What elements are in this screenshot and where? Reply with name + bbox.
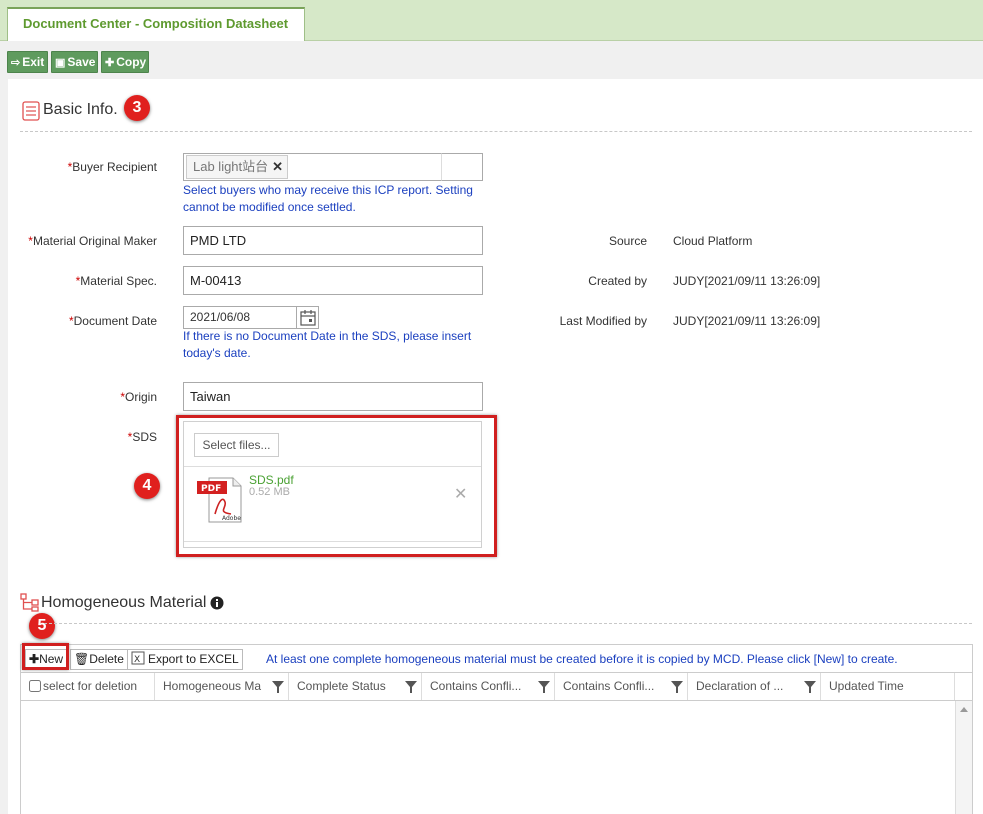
document-date-hint: If there is no Document Date in the SDS,… <box>183 329 472 360</box>
grid-body <box>20 701 973 814</box>
buyer-recipient-dropdown[interactable] <box>441 153 483 181</box>
step-badge-5: 5 <box>29 613 55 639</box>
select-all-checkbox[interactable] <box>29 680 41 692</box>
exit-button[interactable]: ⇨ Exit <box>7 51 48 73</box>
excel-icon: X <box>131 651 145 665</box>
last-modified-label: Last Modified by <box>559 314 647 328</box>
trash-icon: 🗑 <box>74 652 90 666</box>
grid-toolbar: ✚New 🗑Delete X Export to EXCEL At least … <box>20 644 973 673</box>
document-date-input[interactable]: 2021/06/08 <box>183 306 297 329</box>
section-divider <box>20 131 972 132</box>
buyer-chip: Lab light站台 ✕ <box>186 155 289 179</box>
step-badge-4: 4 <box>134 473 160 499</box>
close-icon[interactable]: ✕ <box>272 159 283 174</box>
source-label: Source <box>608 234 647 248</box>
highlight-box-new <box>22 643 69 670</box>
last-modified-value: JUDY[2021/09/11 13:26:09] <box>673 314 821 328</box>
tree-icon <box>20 593 39 612</box>
source-value: Cloud Platform <box>673 234 753 248</box>
document-date-label: *Document Date <box>68 314 157 328</box>
created-by-label: Created by <box>588 274 647 288</box>
column-updated-time[interactable]: Updated Time <box>821 673 955 700</box>
tab-bar: Document Center - Composition Datasheet <box>0 0 983 41</box>
grid-note: At least one complete homogeneous materi… <box>266 652 898 666</box>
maker-label: *Material Original Maker <box>28 234 157 248</box>
save-button[interactable]: ▣ Save <box>51 51 98 73</box>
maker-input[interactable]: PMD LTD <box>183 226 483 255</box>
section-divider <box>44 623 972 624</box>
exit-icon: ⇨ <box>11 57 21 69</box>
filter-icon[interactable] <box>671 681 683 693</box>
column-homogeneous-material[interactable]: Homogeneous Ma <box>155 673 289 700</box>
basic-info-title: Basic Info. <box>43 101 118 118</box>
tab-composition-datasheet[interactable]: Document Center - Composition Datasheet <box>7 7 305 41</box>
scroll-up-icon[interactable] <box>960 707 968 712</box>
grid-header: select for deletion Homogeneous Ma Compl… <box>20 673 973 701</box>
column-complete-status[interactable]: Complete Status <box>289 673 422 700</box>
origin-label: *Origin <box>120 390 157 404</box>
spec-label: *Material Spec. <box>75 274 157 288</box>
filter-icon[interactable] <box>405 681 417 693</box>
column-contains-conflict-1[interactable]: Contains Confli... <box>422 673 555 700</box>
grid-scrollbar[interactable] <box>955 701 972 814</box>
origin-input[interactable]: Taiwan <box>183 382 483 411</box>
plus-icon: ✚ <box>105 57 115 69</box>
spec-input[interactable]: M-00413 <box>183 266 483 295</box>
export-excel-button[interactable]: X Export to EXCEL <box>127 649 243 670</box>
svg-text:X: X <box>134 655 140 665</box>
homogeneous-material-title: Homogeneous Material <box>41 594 207 611</box>
copy-button[interactable]: ✚ Copy <box>101 51 149 73</box>
column-contains-conflict-2[interactable]: Contains Confli... <box>555 673 688 700</box>
sds-label: *SDS <box>127 430 157 444</box>
calendar-icon <box>300 310 316 326</box>
filter-icon[interactable] <box>804 681 816 693</box>
column-select-for-deletion: select for deletion <box>21 673 155 700</box>
list-icon <box>22 101 40 121</box>
highlight-box-sds <box>176 415 497 557</box>
buyer-recipient-label: *Buyer Recipient <box>67 160 157 174</box>
info-icon[interactable] <box>210 596 224 610</box>
save-icon: ▣ <box>55 57 66 69</box>
filter-icon[interactable] <box>538 681 550 693</box>
buyer-hint: Select buyers who may receive this ICP r… <box>183 183 473 214</box>
column-declaration[interactable]: Declaration of ... <box>688 673 821 700</box>
delete-button[interactable]: 🗑Delete <box>70 649 128 670</box>
calendar-button[interactable] <box>297 306 319 329</box>
created-by-value: JUDY[2021/09/11 13:26:09] <box>673 274 821 288</box>
step-badge-3: 3 <box>124 95 150 121</box>
filter-icon[interactable] <box>272 681 284 693</box>
